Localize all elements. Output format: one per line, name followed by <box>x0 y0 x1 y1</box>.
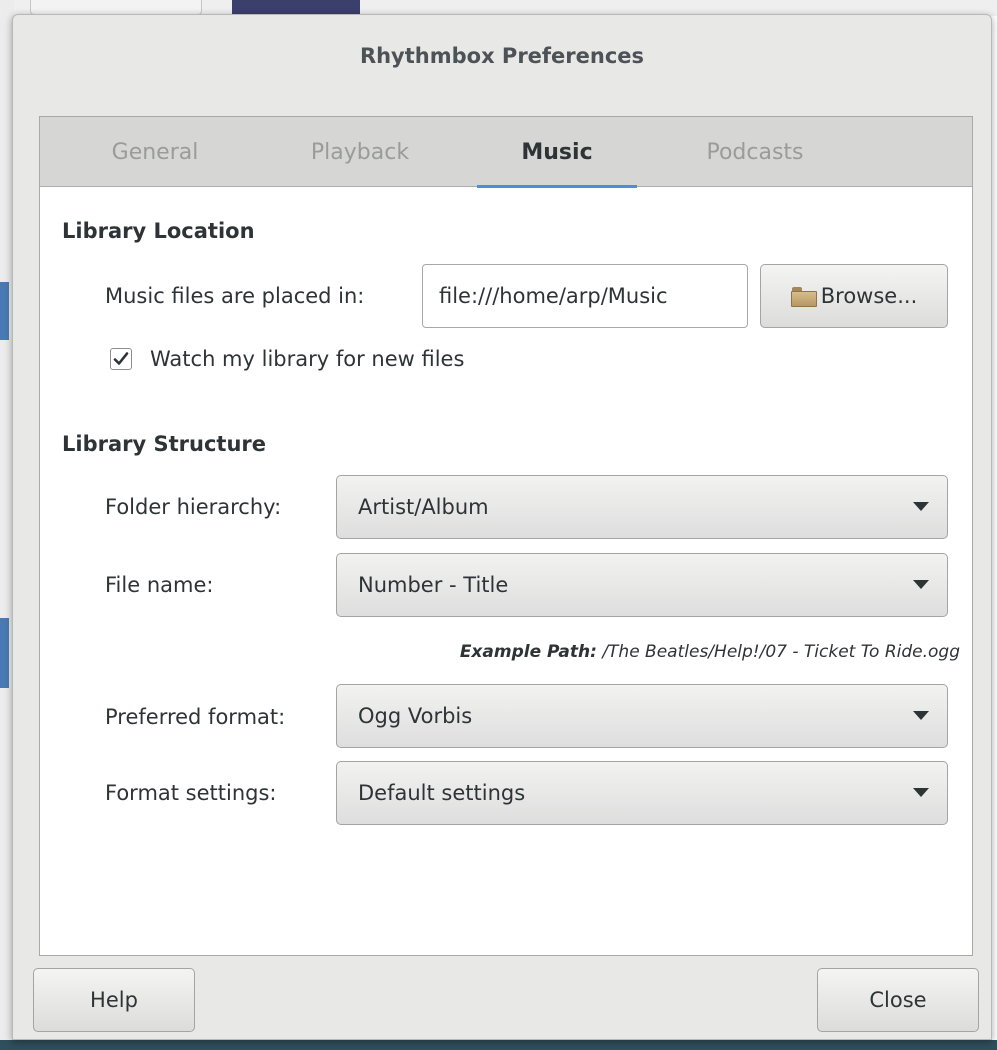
dropdown-arrow-icon <box>913 788 929 797</box>
preferred-format-label: Preferred format: <box>105 705 286 729</box>
example-path-value: /The Beatles/Help!/07 - Ticket To Ride.o… <box>602 642 960 662</box>
preferred-format-value: Ogg Vorbis <box>358 704 473 728</box>
preferences-dialog: Rhythmbox Preferences General Playback M… <box>12 14 992 1040</box>
format-settings-dropdown[interactable]: Default settings <box>336 761 948 825</box>
background-window-button <box>30 0 202 15</box>
preferences-notebook: General Playback Music Podcasts Library … <box>39 116 973 956</box>
background-selection-mark <box>0 282 9 340</box>
browse-button[interactable]: Browse... <box>760 264 948 328</box>
watch-library-label[interactable]: Watch my library for new files <box>150 347 464 371</box>
checkmark-icon <box>113 352 129 365</box>
dropdown-arrow-icon <box>913 580 929 589</box>
folder-hierarchy-dropdown[interactable]: Artist/Album <box>336 475 948 539</box>
title-bar[interactable]: Rhythmbox Preferences <box>13 15 991 99</box>
tab-podcasts[interactable]: Podcasts <box>675 117 835 187</box>
preferred-format-dropdown[interactable]: Ogg Vorbis <box>336 684 948 748</box>
tab-music[interactable]: Music <box>477 117 637 188</box>
library-location-heading: Library Location <box>62 219 255 243</box>
file-name-value: Number - Title <box>358 573 509 597</box>
folder-icon <box>790 287 817 307</box>
tab-bar: General Playback Music Podcasts <box>40 117 972 188</box>
dropdown-arrow-icon <box>913 711 929 720</box>
tab-general[interactable]: General <box>80 117 230 187</box>
background-selection-mark <box>0 618 9 688</box>
folder-hierarchy-label: Folder hierarchy: <box>105 495 282 519</box>
music-location-label: Music files are placed in: <box>105 284 365 308</box>
example-path: Example Path: /The Beatles/Help!/07 - Ti… <box>460 642 960 662</box>
folder-hierarchy-value: Artist/Album <box>358 495 489 519</box>
dialog-title: Rhythmbox Preferences <box>359 44 645 68</box>
music-location-input[interactable] <box>422 264 748 328</box>
format-settings-label: Format settings: <box>105 781 277 805</box>
example-path-label: Example Path: <box>459 642 597 662</box>
close-button[interactable]: Close <box>817 968 979 1032</box>
tab-playback[interactable]: Playback <box>280 117 440 187</box>
format-settings-value: Default settings <box>358 781 526 805</box>
watch-library-checkbox[interactable] <box>110 348 132 370</box>
dropdown-arrow-icon <box>913 502 929 511</box>
background-taskbar <box>0 1040 997 1050</box>
file-name-label: File name: <box>105 573 214 597</box>
library-structure-heading: Library Structure <box>62 432 267 456</box>
browse-button-label: Browse... <box>820 284 918 308</box>
file-name-dropdown[interactable]: Number - Title <box>336 553 948 617</box>
help-button[interactable]: Help <box>33 968 195 1032</box>
